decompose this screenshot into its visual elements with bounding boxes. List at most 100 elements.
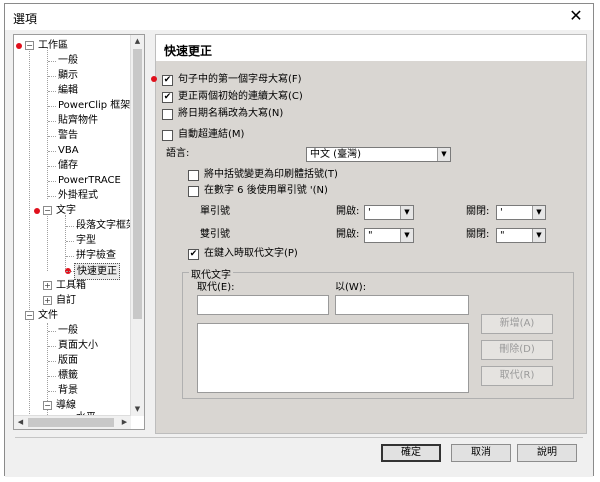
double-quote-label: 雙引號 [200, 229, 230, 240]
expand-icon[interactable]: + [43, 281, 52, 290]
scroll-up-icon[interactable]: ▲ [131, 35, 144, 48]
tree-item-document[interactable]: 文件 [38, 308, 58, 323]
help-button[interactable]: 說明 [517, 444, 577, 462]
tree-item-background[interactable]: 背景 [58, 383, 78, 398]
tree-item-snap[interactable]: 貼齊物件 [58, 113, 98, 128]
tree-branch [48, 166, 56, 167]
dialog-footer: 確定 取消 說明 [5, 434, 593, 477]
tree-branch [48, 346, 56, 347]
scroll-thumb[interactable] [133, 49, 142, 319]
replace-while-typing-checkbox[interactable]: ✔ [188, 249, 199, 260]
tree-guide-line [29, 47, 30, 314]
single-after-digit-checkbox[interactable] [188, 186, 199, 197]
tree-item-plugins[interactable]: 外掛程式 [58, 188, 98, 203]
tree-branch [48, 151, 56, 152]
tree-branch [48, 391, 56, 392]
tree-item-labels[interactable]: 標籤 [58, 368, 78, 383]
add-button[interactable]: 新增(A) [481, 314, 553, 334]
double-close-select[interactable]: " ▼ [496, 228, 546, 243]
cancel-button[interactable]: 取消 [451, 444, 511, 462]
category-tree: − 工作區 一般 顯示 編輯 PowerClip 框架 貼齊物件 警告 VBA … [13, 34, 145, 430]
capitalize-days-checkbox[interactable] [162, 109, 173, 120]
tree-item-customize[interactable]: 自訂 [56, 293, 76, 308]
tree-item-paragraph-frames[interactable]: 段落文字框架 [76, 218, 131, 233]
tree-item-workspace[interactable]: 工作區 [38, 38, 68, 53]
collapse-icon[interactable]: − [43, 401, 52, 410]
expand-icon[interactable]: + [43, 296, 52, 305]
chevron-down-icon[interactable]: ▼ [400, 229, 413, 242]
tree-vertical-scrollbar[interactable]: ▲ ▼ [130, 35, 144, 416]
tree-item-edit[interactable]: 編輯 [58, 83, 78, 98]
with-input[interactable] [335, 295, 469, 315]
auto-hyperlink-checkbox[interactable] [162, 130, 173, 141]
correct-two-initial-checkbox[interactable]: ✔ [162, 92, 173, 103]
annotation-dot [151, 76, 157, 82]
tree-branch [48, 61, 56, 62]
chevron-down-icon[interactable]: ▼ [532, 229, 545, 242]
tree-branch [48, 91, 56, 92]
tree-branch [48, 361, 56, 362]
tree-branch [66, 226, 74, 227]
settings-panel: 快速更正 ✔ 句子中的第一個字母大寫(F) ✔ 更正兩個初始的連續大寫(C) 將… [151, 34, 587, 434]
tree-item-display[interactable]: 顯示 [58, 68, 78, 83]
capitalize-first-label: 句子中的第一個字母大寫(F) [178, 74, 302, 85]
divider [15, 437, 583, 438]
annotation-dot [34, 208, 40, 214]
tree-horizontal-scrollbar[interactable]: ◀ ▶ [14, 415, 131, 429]
tree-branch [48, 331, 56, 332]
annotation-dot [16, 43, 22, 49]
chevron-down-icon[interactable]: ▼ [437, 148, 450, 161]
close-icon[interactable]: ✕ [565, 6, 587, 26]
tree-item-warnings[interactable]: 警告 [58, 128, 78, 143]
replace-text-group: 取代文字 取代(E): 以(W): 新增(A) 刪除(D) 取代(R) [182, 266, 574, 399]
page-title: 快速更正 [164, 44, 213, 58]
tree-item-doc-general[interactable]: 一般 [58, 323, 78, 338]
scroll-down-icon[interactable]: ▼ [131, 403, 144, 416]
panel-header: 快速更正 [156, 35, 586, 61]
options-dialog: 選項 ✕ − 工作區 一般 顯示 編輯 PowerClip 框架 貼齊物件 警告… [4, 3, 594, 477]
chevron-down-icon[interactable]: ▼ [400, 206, 413, 219]
single-open-select[interactable]: ' ▼ [364, 205, 414, 220]
replace-input[interactable] [197, 295, 329, 315]
tree-branch [48, 76, 56, 77]
tree-item-powertrace[interactable]: PowerTRACE [58, 173, 121, 188]
quote-brackets-checkbox[interactable] [188, 170, 199, 181]
scroll-thumb[interactable] [28, 418, 114, 427]
tree-item-guidelines[interactable]: 導線 [56, 398, 76, 413]
scroll-right-icon[interactable]: ▶ [118, 416, 131, 429]
ok-button[interactable]: 確定 [381, 444, 441, 462]
tree-item-spell-check[interactable]: 拼字檢查 [76, 248, 116, 263]
delete-button[interactable]: 刪除(D) [481, 340, 553, 360]
language-select[interactable]: 中文 (臺灣) ▼ [306, 147, 451, 162]
tree-item-fonts[interactable]: 字型 [76, 233, 96, 248]
tree-item-powerclip[interactable]: PowerClip 框架 [58, 98, 130, 113]
title-bar: 選項 ✕ [5, 4, 593, 30]
tree-item-general[interactable]: 一般 [58, 53, 78, 68]
single-close-select[interactable]: ' ▼ [496, 205, 546, 220]
language-label: 語言: [166, 148, 190, 159]
collapse-icon[interactable]: − [25, 311, 34, 320]
tree-item-toolbox[interactable]: 工具箱 [56, 278, 86, 293]
collapse-icon[interactable]: − [43, 206, 52, 215]
replacement-list[interactable] [197, 323, 469, 393]
tree-item-page-size[interactable]: 頁面大小 [58, 338, 98, 353]
tree-branch [48, 196, 56, 197]
tree-item-save[interactable]: 儲存 [58, 158, 78, 173]
scroll-left-icon[interactable]: ◀ [14, 416, 27, 429]
single-open-value: ' [368, 207, 371, 218]
tree-item-layout[interactable]: 版面 [58, 353, 78, 368]
tree-branch [48, 181, 56, 182]
chevron-down-icon[interactable]: ▼ [532, 206, 545, 219]
with-field-label: 以(W): [335, 282, 367, 293]
collapse-icon[interactable]: − [25, 41, 34, 50]
double-open-select[interactable]: " ▼ [364, 228, 414, 243]
replace-button[interactable]: 取代(R) [481, 366, 553, 386]
auto-hyperlink-label: 自動超連結(M) [178, 129, 245, 140]
tree-item-text[interactable]: 文字 [56, 203, 76, 218]
tree-content: − 工作區 一般 顯示 編輯 PowerClip 框架 貼齊物件 警告 VBA … [14, 35, 131, 416]
double-open-label: 開啟: [336, 229, 360, 240]
language-value: 中文 (臺灣) [310, 149, 361, 160]
correct-two-initial-label: 更正兩個初始的連續大寫(C) [178, 91, 303, 102]
tree-item-vba[interactable]: VBA [58, 143, 79, 158]
capitalize-first-checkbox[interactable]: ✔ [162, 75, 173, 86]
